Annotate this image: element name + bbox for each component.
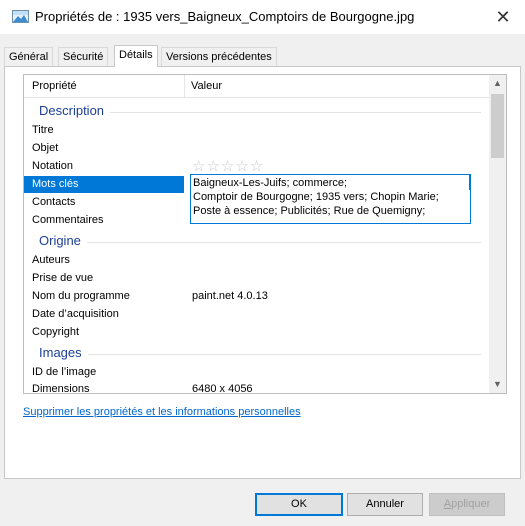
- image-file-icon: [12, 10, 29, 23]
- properties-list[interactable]: Propriété Valeur Description Titre Objet…: [23, 74, 507, 394]
- property-name: Mots clés: [32, 178, 79, 190]
- property-name: Objet: [32, 142, 59, 154]
- ok-button[interactable]: OK: [255, 493, 343, 516]
- section-title: Origine: [39, 233, 87, 248]
- apply-access-key: A: [443, 498, 452, 510]
- tab-securite[interactable]: Sécurité: [58, 47, 109, 66]
- property-name: ID de l’image: [32, 366, 97, 378]
- property-name: Nom du programme: [32, 290, 130, 302]
- column-header-property[interactable]: Propriété: [32, 80, 77, 92]
- apply-label: Appliquer: [444, 498, 490, 510]
- property-value: paint.net 4.0.13: [192, 290, 268, 302]
- row-mots-cles[interactable]: Mots clés: [24, 176, 184, 193]
- section-description: Description: [24, 101, 489, 121]
- row-id-image[interactable]: ID de l’image: [24, 364, 489, 381]
- column-header-value[interactable]: Valeur: [191, 80, 222, 92]
- row-copyright[interactable]: Copyright: [24, 324, 489, 341]
- property-name: Prise de vue: [32, 272, 94, 284]
- property-value: 6480 x 4056: [192, 383, 253, 394]
- property-name: Copyright: [32, 326, 80, 338]
- tab-versions-precedentes[interactable]: Versions précédentes: [161, 47, 277, 66]
- window-title: Propriétés de : 1935 vers_Baigneux_Compt…: [35, 9, 415, 24]
- apply-button[interactable]: Appliquer: [429, 493, 505, 516]
- tab-general[interactable]: Général: [4, 47, 54, 66]
- property-name: Titre: [32, 124, 54, 136]
- section-divider: [39, 354, 481, 355]
- keywords-line: Comptoir de Bourgogne; 1935 vers; Chopin…: [193, 191, 439, 203]
- dialog-body: Général Sécurité Détails Versions précéd…: [0, 34, 525, 526]
- title-bar: Propriétés de : 1935 vers_Baigneux_Compt…: [0, 0, 525, 34]
- scroll-thumb[interactable]: [491, 94, 504, 158]
- section-images: Images: [24, 343, 489, 363]
- rating-stars[interactable]: ☆☆☆☆☆: [192, 157, 264, 175]
- row-titre[interactable]: Titre: [24, 122, 489, 139]
- row-notation[interactable]: Notation ☆☆☆☆☆: [24, 158, 489, 175]
- section-title: Description: [39, 103, 111, 118]
- scroll-up-arrow-icon[interactable]: ▲: [489, 75, 506, 92]
- row-objet[interactable]: Objet: [24, 140, 489, 157]
- scroll-down-arrow-icon[interactable]: ▼: [489, 376, 506, 393]
- row-prise-de-vue[interactable]: Prise de vue: [24, 270, 489, 287]
- keywords-edit-field[interactable]: Baigneux-Les-Juifs; commerce; Comptoir d…: [190, 174, 471, 224]
- row-auteurs[interactable]: Auteurs: [24, 252, 489, 269]
- column-separator[interactable]: [184, 75, 185, 97]
- vertical-scrollbar[interactable]: ▲ ▼: [489, 75, 506, 393]
- text-caret: [469, 175, 471, 190]
- property-name: Date d’acquisition: [32, 308, 119, 320]
- tab-details[interactable]: Détails: [114, 45, 158, 67]
- property-name: Contacts: [32, 196, 76, 208]
- cancel-button[interactable]: Annuler: [347, 493, 423, 516]
- property-name: Auteurs: [32, 254, 70, 266]
- close-button[interactable]: ✕: [488, 4, 518, 30]
- apply-label-rest: ppliquer: [451, 498, 491, 510]
- list-header: Propriété Valeur: [24, 75, 489, 98]
- property-name: Commentaires: [32, 214, 104, 226]
- property-name: Notation: [32, 160, 73, 172]
- row-dimensions[interactable]: Dimensions 6480 x 4056: [24, 381, 489, 394]
- remove-properties-link[interactable]: Supprimer les propriétés et les informat…: [23, 406, 301, 418]
- keywords-line: Poste à essence; Publicités; Rue de Quem…: [193, 205, 426, 217]
- row-date-acquisition[interactable]: Date d’acquisition: [24, 306, 489, 323]
- section-title: Images: [39, 345, 88, 360]
- row-nom-du-programme[interactable]: Nom du programme paint.net 4.0.13: [24, 288, 489, 305]
- keywords-line: Baigneux-Les-Juifs; commerce;: [193, 177, 348, 189]
- property-name: Dimensions: [32, 383, 90, 394]
- section-origine: Origine: [24, 231, 489, 251]
- section-divider: [39, 242, 481, 243]
